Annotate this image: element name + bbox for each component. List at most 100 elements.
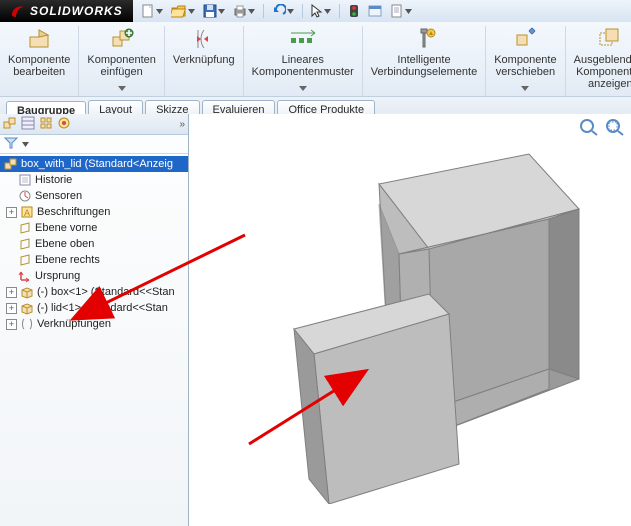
ribbon-label: Ausgeblendete Komponenten anzeigen: [574, 54, 631, 90]
tree-item-label: Verknüpfungen: [37, 318, 111, 330]
tree-item-label: Ebene vorne: [35, 222, 97, 234]
plane-icon: [18, 221, 32, 235]
ribbon-label: Verknüpfung: [173, 54, 235, 66]
print-button[interactable]: [231, 3, 257, 19]
tree-item-label: Ebene rechts: [35, 254, 100, 266]
part-icon: [20, 285, 34, 299]
feature-manager-panel: » box_with_lid (Standard<Anzeig Historie…: [0, 114, 189, 526]
title-bar: SOLIDWORKS: [0, 0, 631, 22]
chevron-down-icon[interactable]: [287, 9, 294, 14]
chevron-down-icon[interactable]: [521, 82, 529, 94]
plane-icon: [18, 237, 32, 251]
help-button[interactable]: [388, 3, 414, 19]
move-component-icon: [513, 27, 537, 51]
panel-collapse[interactable]: »: [179, 119, 185, 130]
chevron-down-icon[interactable]: [188, 9, 195, 14]
ribbon-show-hidden[interactable]: Ausgeblendete Komponenten anzeigen: [566, 26, 631, 96]
fastener-icon: [412, 27, 436, 51]
tree-item-sensors[interactable]: Sensoren: [0, 188, 188, 204]
part-icon: [20, 301, 34, 315]
ribbon-move-component[interactable]: Komponente verschieben: [486, 26, 565, 96]
save-icon: [203, 4, 217, 18]
property-icon: [21, 116, 35, 130]
tree-item-label: Sensoren: [35, 190, 82, 202]
tree-item-part-lid[interactable]: + (-) lid<1> (Standard<<Stan: [0, 300, 188, 316]
quick-access-toolbar: [133, 0, 631, 22]
filter-button[interactable]: [4, 137, 18, 152]
chevron-down-icon[interactable]: [118, 82, 126, 94]
tree-item-history[interactable]: Historie: [0, 172, 188, 188]
cursor-icon: [311, 4, 323, 18]
expand-toggle[interactable]: +: [6, 287, 17, 298]
ribbon-label: Komponenten einfügen: [87, 54, 156, 78]
options-icon: [368, 4, 382, 18]
expand-toggle[interactable]: +: [6, 319, 17, 330]
magnifier-icon: [579, 118, 599, 136]
tree-item-label: Historie: [35, 174, 72, 186]
ribbon-smart-fasteners[interactable]: Intelligente Verbindungselemente: [363, 26, 486, 96]
zoom-to-fit-button[interactable]: [579, 118, 599, 139]
new-button[interactable]: [139, 3, 165, 19]
chevron-down-icon[interactable]: [405, 9, 412, 14]
options-button[interactable]: [366, 3, 384, 19]
zoom-area-button[interactable]: [605, 118, 625, 139]
history-icon: [18, 173, 32, 187]
mates-icon: [20, 317, 34, 331]
magnifier-area-icon: [605, 118, 625, 136]
tree-item-label: (-) box<1> (Standard<<Stan: [37, 286, 175, 298]
tree-item-mates[interactable]: + Verknüpfungen: [0, 316, 188, 332]
graphics-viewport[interactable]: [189, 114, 631, 526]
tree-root[interactable]: box_with_lid (Standard<Anzeig: [0, 156, 188, 172]
funnel-icon: [4, 137, 18, 149]
tree-item-part-box[interactable]: + (-) box<1> (Standard<<Stan: [0, 284, 188, 300]
ribbon-mate[interactable]: Verknüpfung: [165, 26, 244, 96]
print-icon: [233, 4, 247, 18]
ribbon-edit-component[interactable]: Komponente bearbeiten: [0, 26, 79, 96]
tree-item-label: Ebene oben: [35, 238, 94, 250]
edit-component-icon: [27, 27, 51, 51]
assembly-icon: [3, 116, 17, 130]
chevron-down-icon[interactable]: [218, 9, 225, 14]
panel-tab-display[interactable]: [57, 116, 71, 133]
ribbon-linear-pattern[interactable]: Lineares Komponentenmuster: [244, 26, 363, 96]
select-button[interactable]: [309, 3, 333, 19]
chevron-down-icon[interactable]: [22, 138, 29, 150]
tree-item-origin[interactable]: Ursprung: [0, 268, 188, 284]
expand-toggle[interactable]: +: [6, 303, 17, 314]
app-logo: SOLIDWORKS: [0, 3, 133, 19]
mate-icon: [192, 27, 216, 51]
origin-icon: [18, 269, 32, 283]
tree-item-annotations[interactable]: + A Beschriftungen: [0, 204, 188, 220]
open-button[interactable]: [169, 3, 197, 19]
undo-button[interactable]: [270, 3, 296, 19]
model-render: [249, 144, 589, 504]
tree-item-front-plane[interactable]: Ebene vorne: [0, 220, 188, 236]
ribbon: Komponente bearbeiten Komponenten einfüg…: [0, 22, 631, 97]
feature-tree[interactable]: box_with_lid (Standard<Anzeig Historie S…: [0, 154, 188, 526]
panel-tab-config[interactable]: [39, 116, 53, 133]
app-name: SOLIDWORKS: [30, 4, 123, 18]
document-icon: [390, 4, 404, 18]
undo-icon: [272, 4, 286, 18]
chevron-down-icon[interactable]: [299, 82, 307, 94]
new-icon: [141, 4, 155, 18]
assembly-icon: [4, 157, 18, 171]
panel-tab-property[interactable]: [21, 116, 35, 133]
svg-text:A: A: [24, 208, 30, 218]
chevron-down-icon[interactable]: [248, 9, 255, 14]
tree-item-label: Beschriftungen: [37, 206, 110, 218]
tree-item-top-plane[interactable]: Ebene oben: [0, 236, 188, 252]
tree-filter-bar: [0, 135, 188, 154]
panel-tab-feature-tree[interactable]: [3, 116, 17, 133]
insert-components-icon: [110, 27, 134, 51]
save-button[interactable]: [201, 3, 227, 19]
chevron-down-icon[interactable]: [324, 9, 331, 14]
expand-toggle[interactable]: +: [6, 207, 17, 218]
ribbon-insert-components[interactable]: Komponenten einfügen: [79, 26, 165, 96]
annotation-icon: A: [20, 205, 34, 219]
tree-item-right-plane[interactable]: Ebene rechts: [0, 252, 188, 268]
rebuild-button[interactable]: [346, 3, 362, 19]
config-icon: [39, 116, 53, 130]
workspace: » box_with_lid (Standard<Anzeig Historie…: [0, 114, 631, 526]
chevron-down-icon[interactable]: [156, 9, 163, 14]
